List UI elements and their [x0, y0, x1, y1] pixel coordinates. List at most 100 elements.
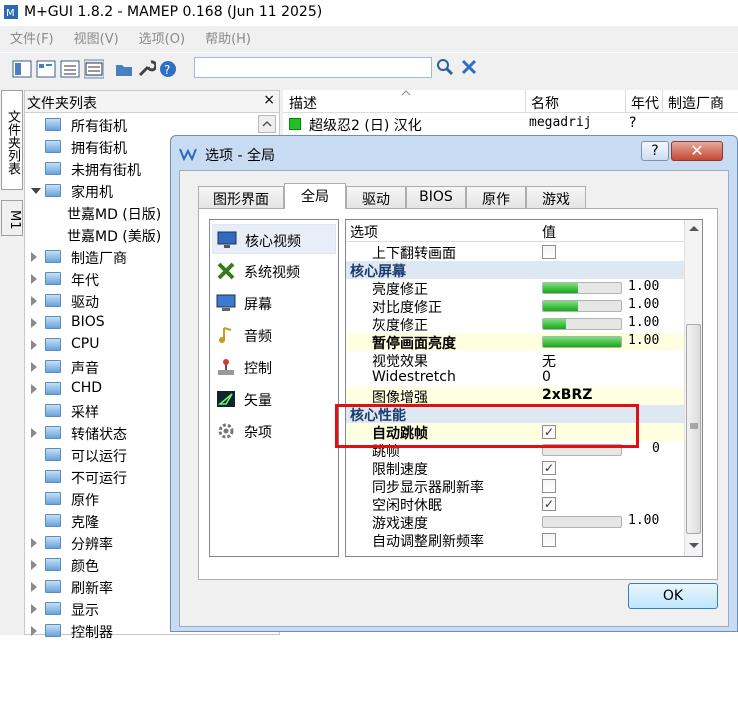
view-small-icons-icon[interactable]: [36, 59, 56, 79]
option-row[interactable]: 限制速度 ✓: [346, 459, 684, 478]
collapse-arrow-icon[interactable]: [31, 560, 37, 570]
collapse-arrow-icon[interactable]: [31, 604, 37, 614]
category-system-video[interactable]: 系统视频: [212, 256, 336, 286]
grip-icon: [690, 423, 698, 429]
dialog-close-button[interactable]: ✕: [671, 141, 723, 161]
option-value: 1.00: [628, 315, 660, 330]
tab-game[interactable]: 游戏: [526, 186, 586, 208]
tab-driver[interactable]: 驱动: [346, 186, 406, 208]
dialog-body: 图形界面 全局 驱动 BIOS 原作 游戏 核心视频 系统视频 屏幕 音频 控制…: [179, 170, 729, 627]
search-icon[interactable]: [436, 58, 454, 76]
option-value: 1.00: [628, 333, 660, 348]
option-label: 自动调整刷新频率: [372, 534, 484, 550]
option-row[interactable]: 亮度修正 1.00: [346, 279, 684, 298]
folder-icon: [45, 272, 61, 285]
tree-item-label: 分辨率: [71, 537, 113, 553]
option-value[interactable]: 无: [542, 351, 556, 371]
collapse-arrow-icon[interactable]: [31, 626, 37, 636]
category-vector[interactable]: 矢量: [212, 384, 336, 414]
option-row[interactable]: 上下翻转画面: [346, 243, 684, 262]
option-row[interactable]: 游戏速度 1.00: [346, 513, 684, 532]
folder-icon: [45, 162, 61, 175]
collapse-arrow-icon[interactable]: [31, 296, 37, 306]
option-row[interactable]: 同步显示器刷新率: [346, 477, 684, 496]
ok-button[interactable]: OK: [628, 583, 718, 609]
clear-search-icon[interactable]: [460, 58, 478, 76]
side-tab-folders[interactable]: 文件夹列表: [1, 90, 23, 190]
side-tabs: 文件夹列表 M1: [0, 90, 24, 635]
option-checkbox[interactable]: ✓: [542, 461, 556, 475]
category-controls[interactable]: 控制: [212, 352, 336, 382]
expand-arrow-icon[interactable]: [31, 188, 41, 194]
option-row[interactable]: 灰度修正 1.00: [346, 315, 684, 334]
search-input[interactable]: [194, 57, 432, 78]
collapse-arrow-icon[interactable]: [31, 274, 37, 284]
collapse-arrow-icon[interactable]: [31, 340, 37, 350]
option-label: 核心屏幕: [350, 264, 406, 280]
option-slider[interactable]: [542, 516, 622, 528]
view-large-icons-icon[interactable]: [12, 59, 32, 79]
menu-view[interactable]: 视图(V): [64, 26, 129, 47]
tree-item-label: 不可运行: [71, 471, 127, 487]
column-name[interactable]: 名称: [531, 93, 559, 113]
folder-icon: [45, 448, 61, 461]
collapse-arrow-icon[interactable]: [31, 538, 37, 548]
scroll-up-icon[interactable]: [688, 224, 700, 232]
table-row[interactable]: 超级忍2 (日) 汉化 megadrij ?: [283, 114, 738, 134]
scrollbar-thumb[interactable]: [686, 324, 701, 534]
tab-bios[interactable]: BIOS: [406, 186, 466, 208]
help-icon[interactable]: ?: [158, 59, 178, 79]
option-value[interactable]: 2xBRZ: [542, 387, 592, 403]
option-checkbox[interactable]: [542, 533, 556, 547]
column-year[interactable]: 年代: [631, 93, 659, 113]
sort-arrow-icon: [401, 90, 411, 96]
cross-icon: [217, 262, 235, 280]
option-checkbox[interactable]: ✓: [542, 497, 556, 511]
option-label: 视觉效果: [372, 354, 428, 370]
option-checkbox[interactable]: [542, 479, 556, 493]
option-slider[interactable]: [542, 282, 622, 294]
menu-help[interactable]: 帮助(H): [195, 26, 261, 47]
view-details-icon[interactable]: [84, 59, 104, 79]
category-screen[interactable]: 屏幕: [212, 288, 336, 318]
close-icon[interactable]: ×: [263, 92, 275, 108]
option-slider[interactable]: [542, 300, 622, 312]
column-description[interactable]: 描述: [289, 93, 317, 113]
collapse-arrow-icon[interactable]: [31, 362, 37, 372]
wrench-icon[interactable]: [136, 59, 156, 79]
side-tab-m1[interactable]: M1: [1, 200, 23, 236]
category-misc[interactable]: 杂项: [212, 416, 336, 446]
tab-original[interactable]: 原作: [466, 186, 526, 208]
tab-global[interactable]: 全局: [284, 183, 346, 209]
tree-item[interactable]: 所有街机: [31, 114, 279, 136]
collapse-arrow-icon[interactable]: [31, 428, 37, 438]
tree-item-label: 转储状态: [71, 427, 127, 443]
option-row[interactable]: 暂停画面亮度 1.00: [346, 333, 684, 352]
folder-icon[interactable]: [114, 59, 134, 79]
option-row[interactable]: 图像增强 2xBRZ: [346, 387, 684, 406]
menu-file[interactable]: 文件(F): [0, 26, 64, 47]
help-button[interactable]: ?: [641, 141, 669, 161]
scroll-down-icon[interactable]: [688, 542, 700, 550]
collapse-arrow-icon[interactable]: [31, 384, 37, 394]
option-slider[interactable]: [542, 336, 622, 348]
view-list-icon[interactable]: [60, 59, 80, 79]
menu-options[interactable]: 选项(O): [129, 26, 195, 47]
collapse-arrow-icon[interactable]: [31, 318, 37, 328]
option-label: 限制速度: [372, 462, 428, 478]
option-row[interactable]: Widestretch 0: [346, 369, 684, 387]
option-slider[interactable]: [542, 318, 622, 330]
category-core-video[interactable]: 核心视频: [212, 224, 336, 254]
scroll-up-button[interactable]: [258, 115, 276, 133]
collapse-arrow-icon[interactable]: [31, 252, 37, 262]
column-manufacturer[interactable]: 制造厂商: [668, 93, 724, 113]
tab-gui[interactable]: 图形界面: [198, 186, 284, 208]
option-row[interactable]: 自动调整刷新频率: [346, 531, 684, 550]
option-checkbox[interactable]: [542, 245, 556, 259]
collapse-arrow-icon[interactable]: [31, 582, 37, 592]
option-value[interactable]: 0: [542, 369, 551, 385]
category-audio[interactable]: 音频: [212, 320, 336, 350]
option-row[interactable]: 空闲时休眠 ✓: [346, 495, 684, 514]
option-row[interactable]: 对比度修正 1.00: [346, 297, 684, 316]
option-row[interactable]: 视觉效果 无: [346, 351, 684, 371]
